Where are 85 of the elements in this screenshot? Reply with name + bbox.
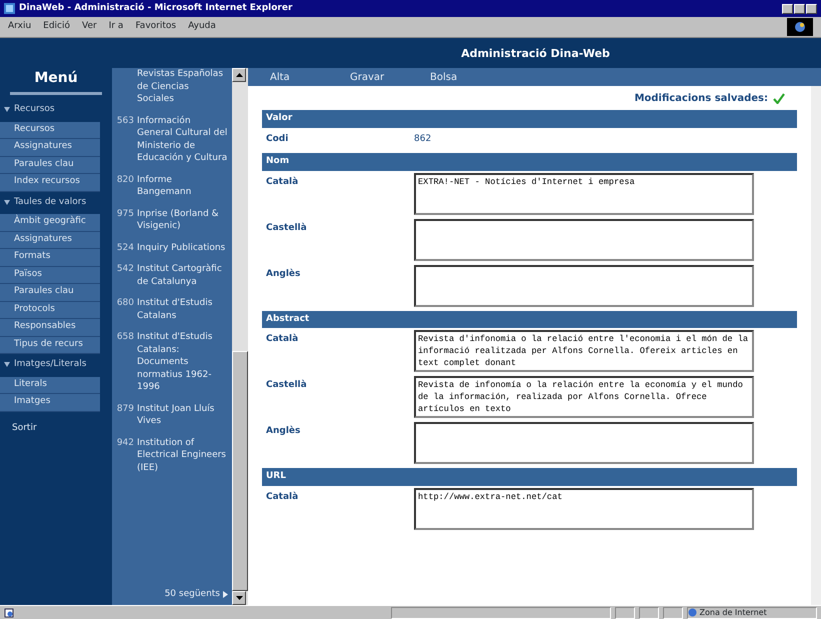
text-area[interactable]	[414, 422, 754, 464]
record-link[interactable]: Institut d'Estudis Catalans	[137, 297, 228, 322]
text-area[interactable]: http://www.extra-net.net/cat	[414, 488, 754, 530]
next-arrow-icon	[223, 590, 228, 598]
zone-label: Zona de Internet	[700, 606, 767, 618]
app-title: Administració Dina-Web	[461, 46, 610, 62]
menu-item[interactable]: Literals	[0, 376, 100, 394]
menu-item[interactable]: Favoritos	[135, 20, 176, 34]
section-header: Valor	[262, 110, 797, 128]
record-code: 542	[116, 263, 134, 276]
record-link[interactable]: Revistas Españolas de Ciencias Sociales	[137, 68, 228, 106]
save-status: Modificacions salvades:	[634, 92, 768, 106]
record-link[interactable]: Inquiry Publications	[137, 242, 226, 254]
field-label: Codi	[265, 132, 290, 146]
record-code: 975	[116, 208, 134, 220]
next-page-link[interactable]: 50 següents	[164, 588, 220, 601]
menu-item[interactable]: Països	[0, 266, 100, 284]
menu-item[interactable]: Ver	[82, 20, 97, 34]
section-header: Abstract	[262, 310, 797, 328]
record-link[interactable]: Institut Joan Lluís Vives	[137, 402, 228, 428]
record-code: 658	[116, 331, 134, 344]
status-panel	[615, 606, 635, 618]
record-link[interactable]: Institution of Electrical Engineers (IEE)	[137, 436, 228, 474]
field-label: Català	[265, 332, 300, 346]
field-label: Anglès	[265, 268, 302, 280]
section-header: Nom	[262, 153, 797, 170]
toolbar-button[interactable]: Alta	[260, 70, 340, 84]
scroll-down-icon[interactable]	[236, 596, 242, 600]
close-button[interactable]	[806, 4, 817, 14]
record-code: 820	[116, 174, 134, 186]
menu-group[interactable]: Recursos	[14, 103, 55, 116]
field-value: 862	[414, 132, 432, 146]
record-link[interactable]: Institut d'Estudis Catalans: Documents normatius 1962-1996	[137, 331, 228, 394]
field-label: Castellà	[265, 222, 308, 234]
toolbar-button[interactable]: Gravar	[340, 70, 420, 84]
text-area[interactable]	[414, 264, 754, 306]
maximize-button[interactable]	[794, 4, 805, 14]
menu-item[interactable]: Responsables	[0, 319, 100, 336]
menu-item[interactable]: Protocols	[0, 302, 100, 319]
record-code: 942	[116, 436, 134, 450]
minimize-button[interactable]	[782, 4, 793, 14]
status-panel	[639, 606, 659, 618]
menu-item[interactable]: Recursos	[0, 122, 100, 139]
check-icon	[773, 93, 785, 104]
record-link[interactable]: Información General Cultural del Ministerio de Educación y Cultura	[137, 114, 228, 164]
menu-item[interactable]: Arxiu	[8, 20, 32, 34]
field-label: Anglès	[265, 424, 302, 438]
menu-item[interactable]: Ir a	[108, 20, 124, 34]
menu-item[interactable]: Formats	[0, 249, 100, 266]
record-link[interactable]: Informe Bangemann	[137, 174, 228, 198]
menu-group[interactable]: Imatges/Literals	[14, 358, 86, 372]
scroll-up-icon[interactable]	[236, 73, 242, 77]
menu-item[interactable]: Imatges	[0, 394, 100, 412]
menu-item[interactable]: Assignatures	[0, 232, 100, 249]
text-area[interactable]: Revista de infonomía o la relación entre la economía y el mundo de la información, realizada por Alfons Cornella. Ofrece artículos en texto	[414, 376, 754, 418]
text-area[interactable]: EXTRA!-NET - Notícies d'Internet i empresa	[414, 172, 754, 214]
menu-title: Menú	[10, 68, 102, 95]
field-label: Català	[265, 490, 300, 504]
menu-item[interactable]: Tipus de recurs	[0, 336, 100, 354]
record-code: 879	[116, 402, 134, 416]
throbber-icon	[787, 18, 813, 36]
menu-item[interactable]: Paraules clau	[0, 284, 100, 302]
text-area[interactable]: Revista d'infonomia o la relació entre l'economia i el món de la informació realitzada per Alfons Cornella. Ofereix articles en text complet donant	[414, 330, 754, 372]
record-link[interactable]: Inprise (Borland & Visigenic)	[137, 208, 228, 232]
record-code: 524	[116, 242, 134, 254]
menu-item[interactable]: Index recursos	[0, 174, 100, 192]
section-header: URL	[262, 468, 797, 486]
globe-icon	[688, 608, 697, 617]
record-link[interactable]: Institut Cartogràfic de Catalunya	[137, 263, 228, 288]
menu-item[interactable]: Edició	[43, 20, 70, 34]
exit-link[interactable]: Sortir	[0, 412, 112, 445]
menu-item[interactable]: Paraules clau	[0, 156, 100, 174]
record-code: 563	[116, 114, 134, 128]
toolbar-button[interactable]: Bolsa	[420, 70, 500, 84]
menu-item[interactable]: Ayuda	[188, 20, 216, 34]
menu-item[interactable]: Àmbit geogràfic	[0, 214, 100, 232]
field-label: Castellà	[265, 378, 308, 392]
menu-item[interactable]: Assignatures	[0, 139, 100, 156]
window-title: DinaWeb - Administració - Microsoft Internet Explorer	[19, 2, 292, 15]
status-panel	[663, 606, 683, 618]
menu-group[interactable]: Taules de valors	[14, 196, 86, 209]
record-code: 680	[116, 297, 134, 310]
browser-icon	[4, 3, 15, 14]
field-label: Català	[265, 176, 300, 188]
text-area[interactable]	[414, 218, 754, 260]
